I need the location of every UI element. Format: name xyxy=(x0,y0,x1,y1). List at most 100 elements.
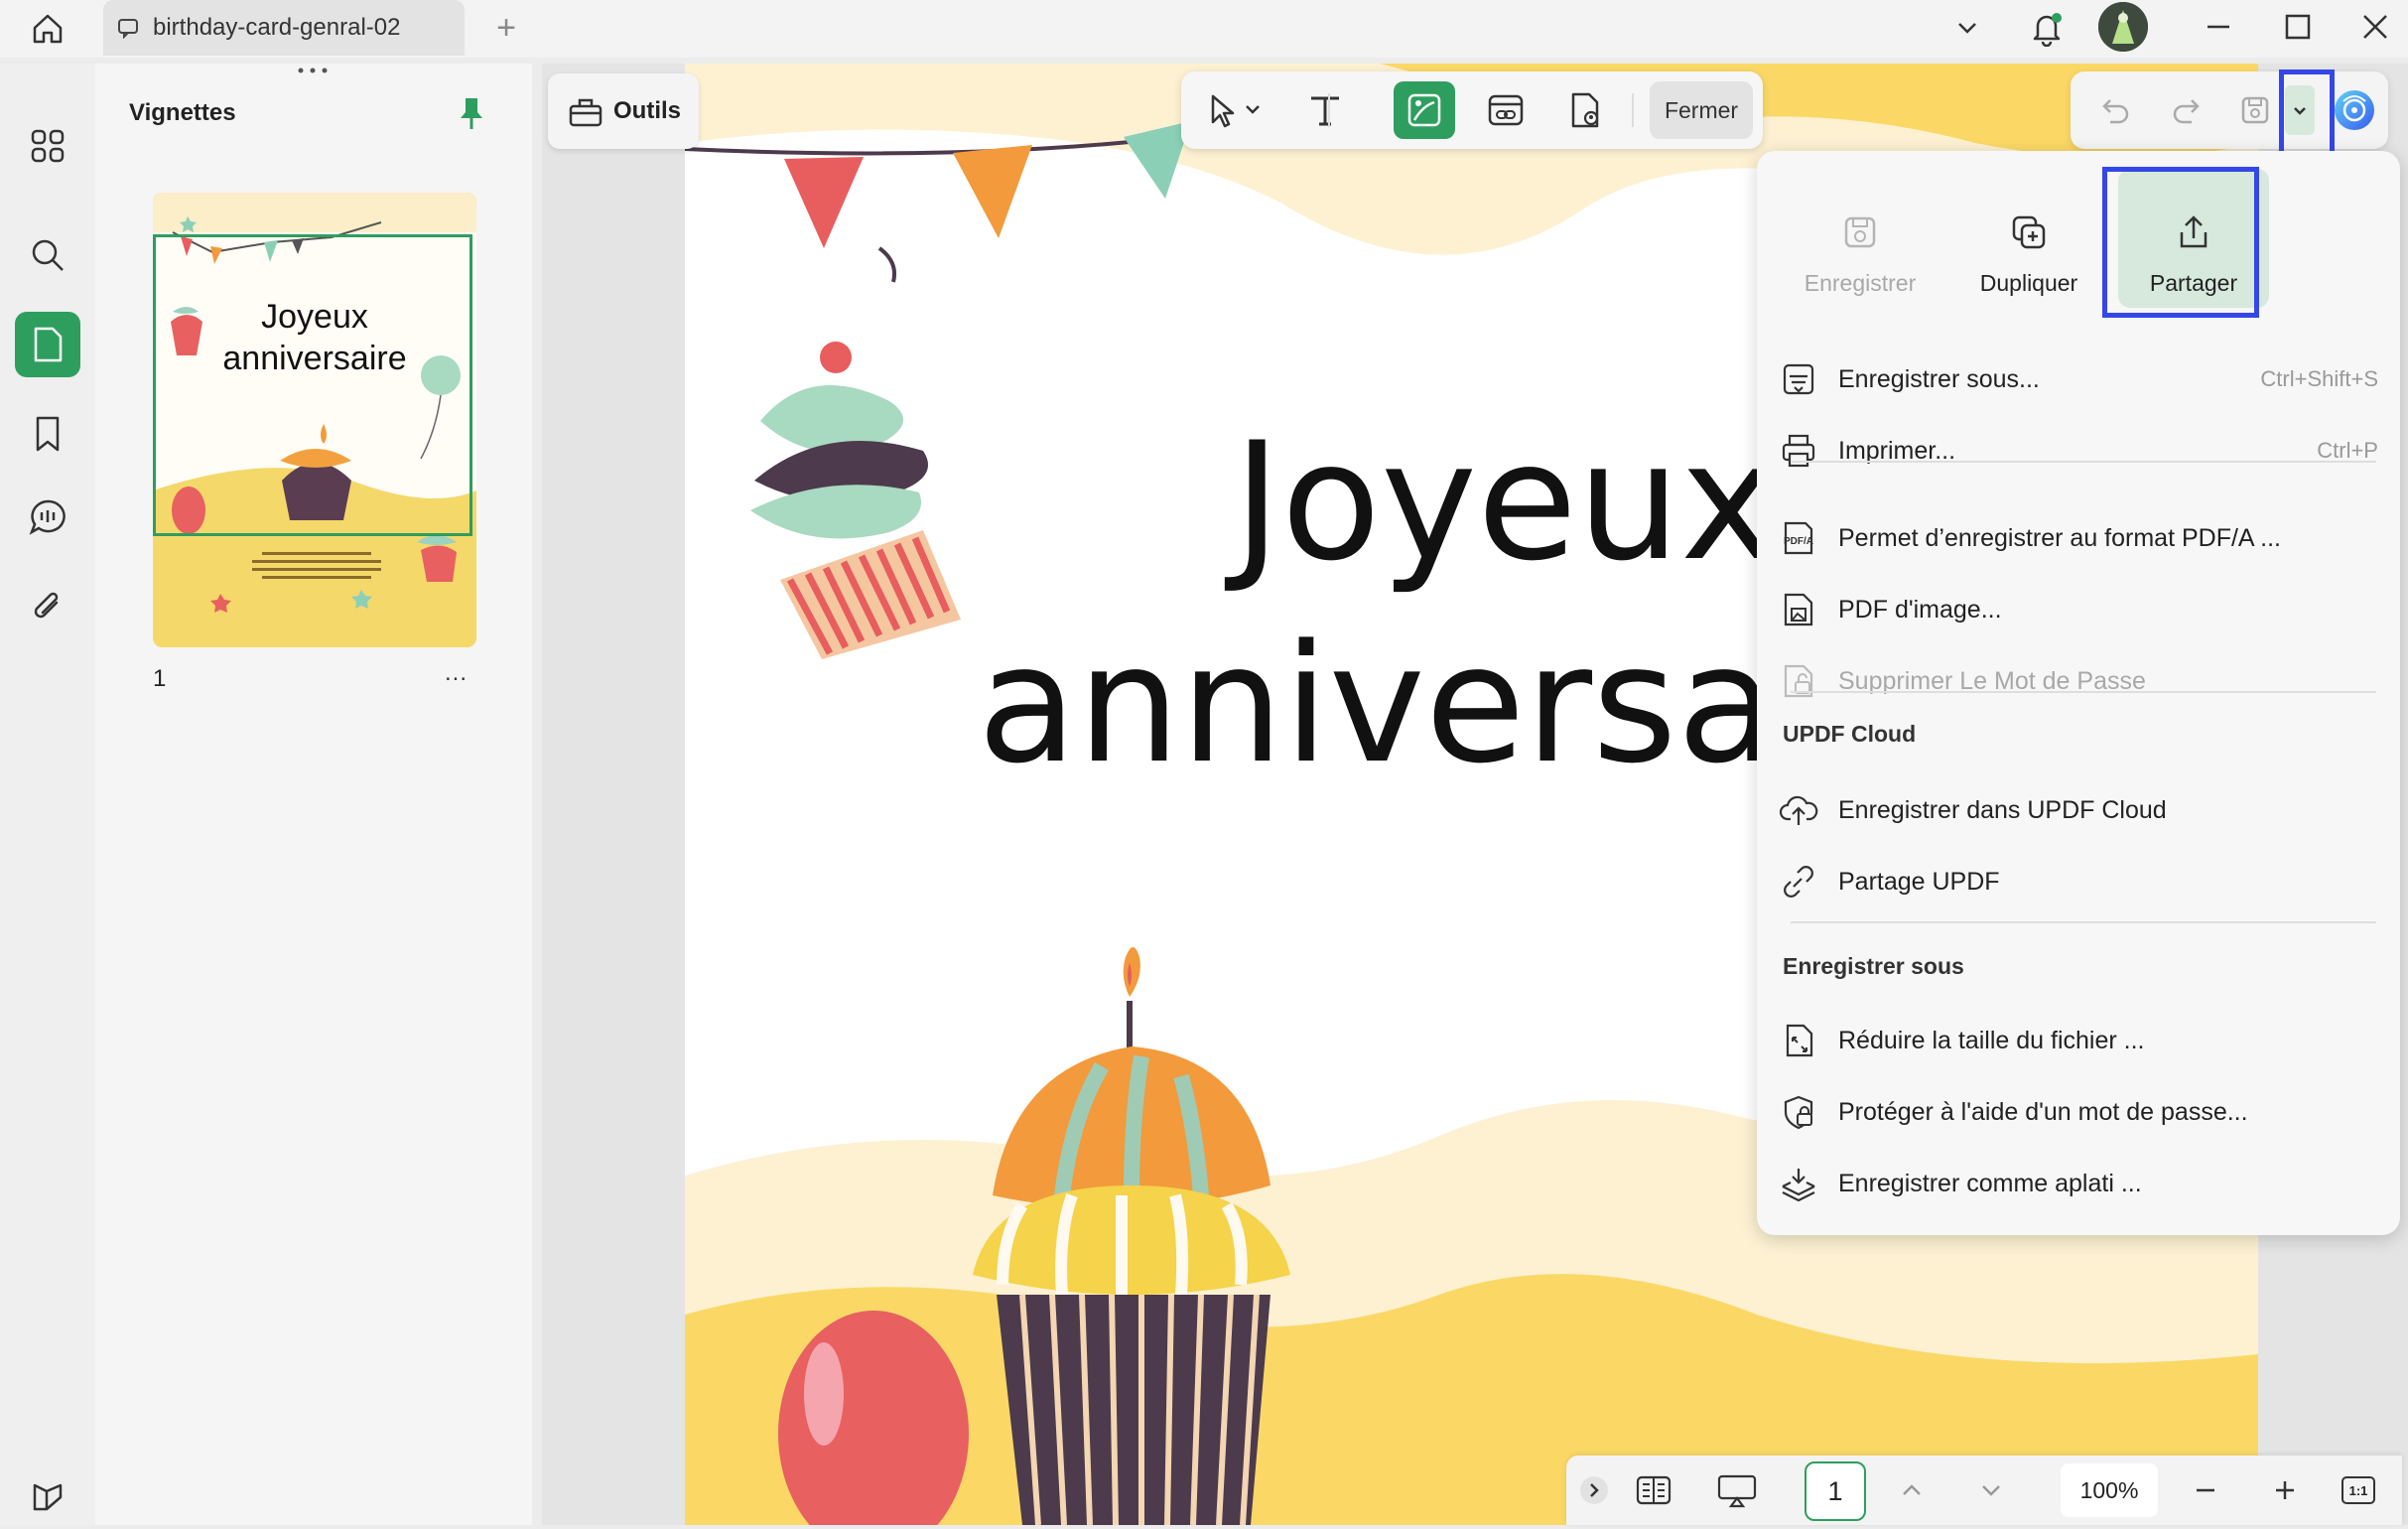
ai-assistant-icon[interactable] xyxy=(2329,85,2380,135)
image-tool-button[interactable] xyxy=(1394,81,1455,139)
menu-duplicate-label: Dupliquer xyxy=(1979,270,2078,296)
undo-icon[interactable] xyxy=(2090,85,2142,135)
presentation-button[interactable] xyxy=(1707,1463,1767,1517)
toolbox-icon xyxy=(569,98,602,127)
search-icon[interactable] xyxy=(15,222,80,288)
close-edit-button[interactable]: Fermer xyxy=(1650,81,1753,139)
previous-page-button[interactable] xyxy=(1888,1463,1936,1517)
pdfa-icon: PDF/A xyxy=(1779,518,1818,558)
menu-item-protect-password[interactable]: Protéger à l'aide d'un mot de passe... xyxy=(1779,1082,2378,1142)
actual-size-button[interactable]: 1:1 xyxy=(2335,1463,2382,1517)
bottom-bar: 1 100% 1:1 xyxy=(1566,1456,2402,1525)
flatten-icon xyxy=(1779,1164,1818,1203)
menu-item-label: PDF d'image... xyxy=(1838,595,2002,624)
pin-icon[interactable] xyxy=(449,91,494,135)
page-number-input[interactable]: 1 xyxy=(1805,1461,1866,1521)
menu-item-save-as[interactable]: Enregistrer sous... Ctrl+Shift+S xyxy=(1779,349,2378,409)
card-heading: Joyeux anniversa xyxy=(685,401,1777,806)
menu-separator xyxy=(1791,691,2376,693)
text-tool-button[interactable] xyxy=(1294,81,1356,139)
layers-icon[interactable] xyxy=(15,1463,80,1529)
thumbnails-icon[interactable] xyxy=(15,312,80,377)
comments-icon[interactable] xyxy=(15,485,80,550)
minus-icon xyxy=(2197,1488,2214,1492)
expand-bar-button[interactable] xyxy=(1574,1463,1614,1517)
cupcake-center xyxy=(973,947,1290,1525)
unlock-icon xyxy=(1779,661,1818,701)
image-edit-icon xyxy=(1407,93,1441,127)
panel-grip-icon[interactable] xyxy=(296,66,330,77)
page-layout-button[interactable] xyxy=(1626,1463,1681,1517)
save-share-menu: Enregistrer Dupliquer Partager Enregistr… xyxy=(1757,151,2400,1235)
zoom-in-button[interactable] xyxy=(2261,1463,2309,1517)
menu-duplicate-button[interactable]: Dupliquer xyxy=(1949,169,2108,308)
menu-item-pdfa[interactable]: PDF/A Permet d’enregistrer au format PDF… xyxy=(1779,508,2378,568)
bookmark-icon[interactable] xyxy=(15,401,80,467)
chevron-down-icon[interactable] xyxy=(1945,6,1989,50)
image-pdf-icon xyxy=(1779,590,1818,629)
left-rail xyxy=(0,64,95,1525)
select-tool-button[interactable] xyxy=(1195,81,1274,139)
comment-icon xyxy=(118,19,138,39)
chevron-up-icon xyxy=(1903,1484,1921,1495)
minimize-icon[interactable] xyxy=(2194,4,2243,50)
redo-icon[interactable] xyxy=(2160,85,2211,135)
dropdown-highlight xyxy=(2279,70,2335,159)
document-tab[interactable]: birthday-card-genral-02 xyxy=(103,0,465,56)
book-layout-icon xyxy=(1636,1475,1672,1505)
tools-label: Outils xyxy=(613,97,682,124)
link-icon xyxy=(1779,862,1818,902)
edit-toolbar: Fermer xyxy=(1181,71,1763,149)
chevron-down-icon xyxy=(1982,1485,2000,1496)
tools-button[interactable]: Outils xyxy=(548,73,699,149)
location-doc-icon xyxy=(1571,92,1599,128)
share-highlight xyxy=(2102,167,2259,318)
cloud-upload-icon xyxy=(1779,790,1818,830)
next-page-button[interactable] xyxy=(1967,1463,2015,1517)
new-tab-button[interactable]: + xyxy=(484,6,528,50)
menu-save-label: Enregistrer xyxy=(1804,270,1917,296)
print-icon xyxy=(1779,431,1818,471)
thumbnail-page-number: 1 xyxy=(153,665,167,692)
page-thumbnail[interactable]: Joyeux anniversaire xyxy=(153,193,476,647)
maximize-icon[interactable] xyxy=(2273,4,2323,50)
menu-item-label: Enregistrer comme aplati ... xyxy=(1838,1169,2142,1197)
apps-grid-icon[interactable] xyxy=(15,113,80,179)
menu-item-label: Réduire la taille du fichier ... xyxy=(1838,1026,2145,1054)
cursor-icon xyxy=(1211,94,1260,128)
menu-item-label: Enregistrer dans UPDF Cloud xyxy=(1838,795,2167,824)
plus-icon xyxy=(2276,1481,2294,1499)
menu-item-label: Protéger à l'aide d'un mot de passe... xyxy=(1838,1097,2248,1126)
viewport-indicator xyxy=(153,234,472,536)
menu-item-reduce-size[interactable]: Réduire la taille du fichier ... xyxy=(1779,1011,2378,1070)
save-icon[interactable] xyxy=(2229,85,2281,135)
link-tool-button[interactable] xyxy=(1475,81,1537,139)
menu-item-label: Permet d’enregistrer au format PDF/A ... xyxy=(1838,523,2281,552)
zoom-level[interactable]: 100% xyxy=(2061,1463,2158,1517)
menu-item-remove-password[interactable]: Supprimer Le Mot de Passe xyxy=(1779,651,2378,711)
attachment-icon[interactable] xyxy=(15,574,80,639)
chevron-right-icon xyxy=(1580,1476,1608,1504)
zoom-out-button[interactable] xyxy=(2182,1463,2229,1517)
menu-item-save-flattened[interactable]: Enregistrer comme aplati ... xyxy=(1779,1154,2378,1213)
presentation-icon xyxy=(1717,1474,1757,1508)
menu-item-shortcut: Ctrl+Shift+S xyxy=(2260,366,2378,391)
watermark-tool-button[interactable] xyxy=(1554,81,1616,139)
home-icon[interactable] xyxy=(22,6,73,52)
shield-lock-icon xyxy=(1779,1092,1818,1132)
svg-text:PDF/A: PDF/A xyxy=(1784,536,1813,547)
compress-icon xyxy=(1779,1021,1818,1060)
close-icon[interactable] xyxy=(2350,4,2400,50)
menu-save-button[interactable]: Enregistrer xyxy=(1781,169,1940,308)
duplicate-icon xyxy=(2012,215,2046,249)
bell-icon[interactable] xyxy=(2021,2,2073,54)
menu-item-updf-share[interactable]: Partage UPDF xyxy=(1779,852,2378,911)
card-heading-line2: anniversa xyxy=(977,610,1777,799)
menu-item-image-pdf[interactable]: PDF d'image... xyxy=(1779,580,2378,639)
link-icon xyxy=(1488,94,1524,126)
thumbnail-more-button[interactable]: ... xyxy=(445,659,468,687)
section-cloud-title: UPDF Cloud xyxy=(1783,721,1917,747)
menu-item-print[interactable]: Imprimer... Ctrl+P xyxy=(1779,421,2378,481)
menu-item-save-to-cloud[interactable]: Enregistrer dans UPDF Cloud xyxy=(1779,780,2378,840)
avatar[interactable] xyxy=(2098,2,2148,52)
